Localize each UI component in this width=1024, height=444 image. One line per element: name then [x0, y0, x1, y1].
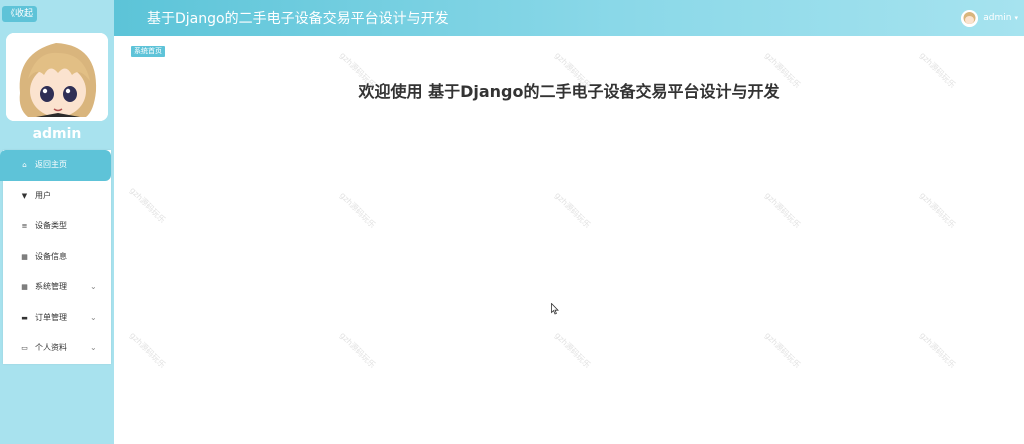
sidebar-menu: ⌂ 返回主页 ▼ 用户 ≡ 设备类型 ▦ 设备信息 ▦ 系统管理 ⌄ ▬ 订单管…	[0, 150, 111, 364]
sidebar-item-system-management[interactable]: ▦ 系统管理 ⌄	[3, 272, 111, 303]
app-title: 基于Django的二手电子设备交易平台设计与开发	[147, 11, 449, 27]
avatar	[6, 33, 108, 121]
watermark: gzh源码玩乐	[762, 190, 803, 230]
sidebar-item-label: 系统管理	[35, 282, 67, 291]
sidebar-item-profile[interactable]: ▭ 个人资料 ⌄	[3, 333, 111, 364]
watermark: gzh源码玩乐	[762, 330, 803, 370]
sidebar-item-label: 返回主页	[35, 160, 67, 169]
header-username: admin	[983, 13, 1012, 23]
chevron-down-icon: ⌄	[90, 282, 97, 291]
watermark: gzh源码玩乐	[127, 185, 168, 225]
watermark: gzh源码玩乐	[337, 190, 378, 230]
sidebar-item-label: 订单管理	[35, 312, 67, 322]
breadcrumb[interactable]: 系统首页	[131, 46, 165, 57]
id-card-icon: ▭	[21, 344, 28, 352]
sidebar-item-label: 设备类型	[35, 221, 67, 230]
user-avatar-image	[961, 9, 979, 27]
welcome-heading: 欢迎使用 基于Django的二手电子设备交易平台设计与开发	[358, 82, 780, 101]
chevron-down-icon: ⌄	[90, 312, 97, 322]
watermark: gzh源码玩乐	[127, 330, 168, 370]
grid-icon: ▦	[21, 252, 28, 261]
home-icon: ⌂	[22, 161, 27, 169]
chevron-down-icon: ⌄	[90, 343, 97, 352]
list-icon: ≡	[21, 222, 28, 230]
sidebar-item-label: 个人资料	[35, 343, 67, 352]
watermark: gzh源码玩乐	[917, 190, 958, 230]
user-avatar	[961, 9, 979, 27]
mouse-cursor-icon	[551, 300, 559, 319]
collapse-button[interactable]: 《收起	[2, 6, 37, 22]
watermark: gzh源码玩乐	[552, 330, 593, 370]
watermark: gzh源码玩乐	[337, 330, 378, 370]
watermark: gzh源码玩乐	[917, 330, 958, 370]
monitor-icon: ▬	[21, 313, 28, 322]
sidebar-item-home[interactable]: ⌂ 返回主页	[0, 150, 111, 181]
sidebar-item-device-info[interactable]: ▦ 设备信息	[3, 242, 111, 273]
sidebar-item-users[interactable]: ▼ 用户	[3, 181, 111, 212]
sidebar-item-device-types[interactable]: ≡ 设备类型	[3, 211, 111, 242]
sidebar: 《收起 admin ⌂ 返回主页 ▼ 用户 ≡ 设备类型 ▦ 设备信息 ▦ 系统…	[0, 0, 114, 444]
sidebar-item-order-management[interactable]: ▬ 订单管理 ⌄	[3, 303, 111, 334]
user-menu[interactable]: admin ▾	[961, 9, 1018, 27]
sidebar-item-label: 设备信息	[35, 251, 67, 261]
caret-down-icon: ▾	[1014, 14, 1018, 22]
watermark: gzh源码玩乐	[552, 190, 593, 230]
user-icon: ▼	[21, 191, 28, 200]
top-header: 基于Django的二手电子设备交易平台设计与开发 admin ▾	[114, 0, 1024, 36]
sidebar-item-label: 用户	[35, 190, 51, 200]
anime-avatar-image	[6, 33, 108, 121]
sidebar-username: admin	[32, 126, 82, 142]
grid-icon: ▦	[21, 283, 28, 291]
